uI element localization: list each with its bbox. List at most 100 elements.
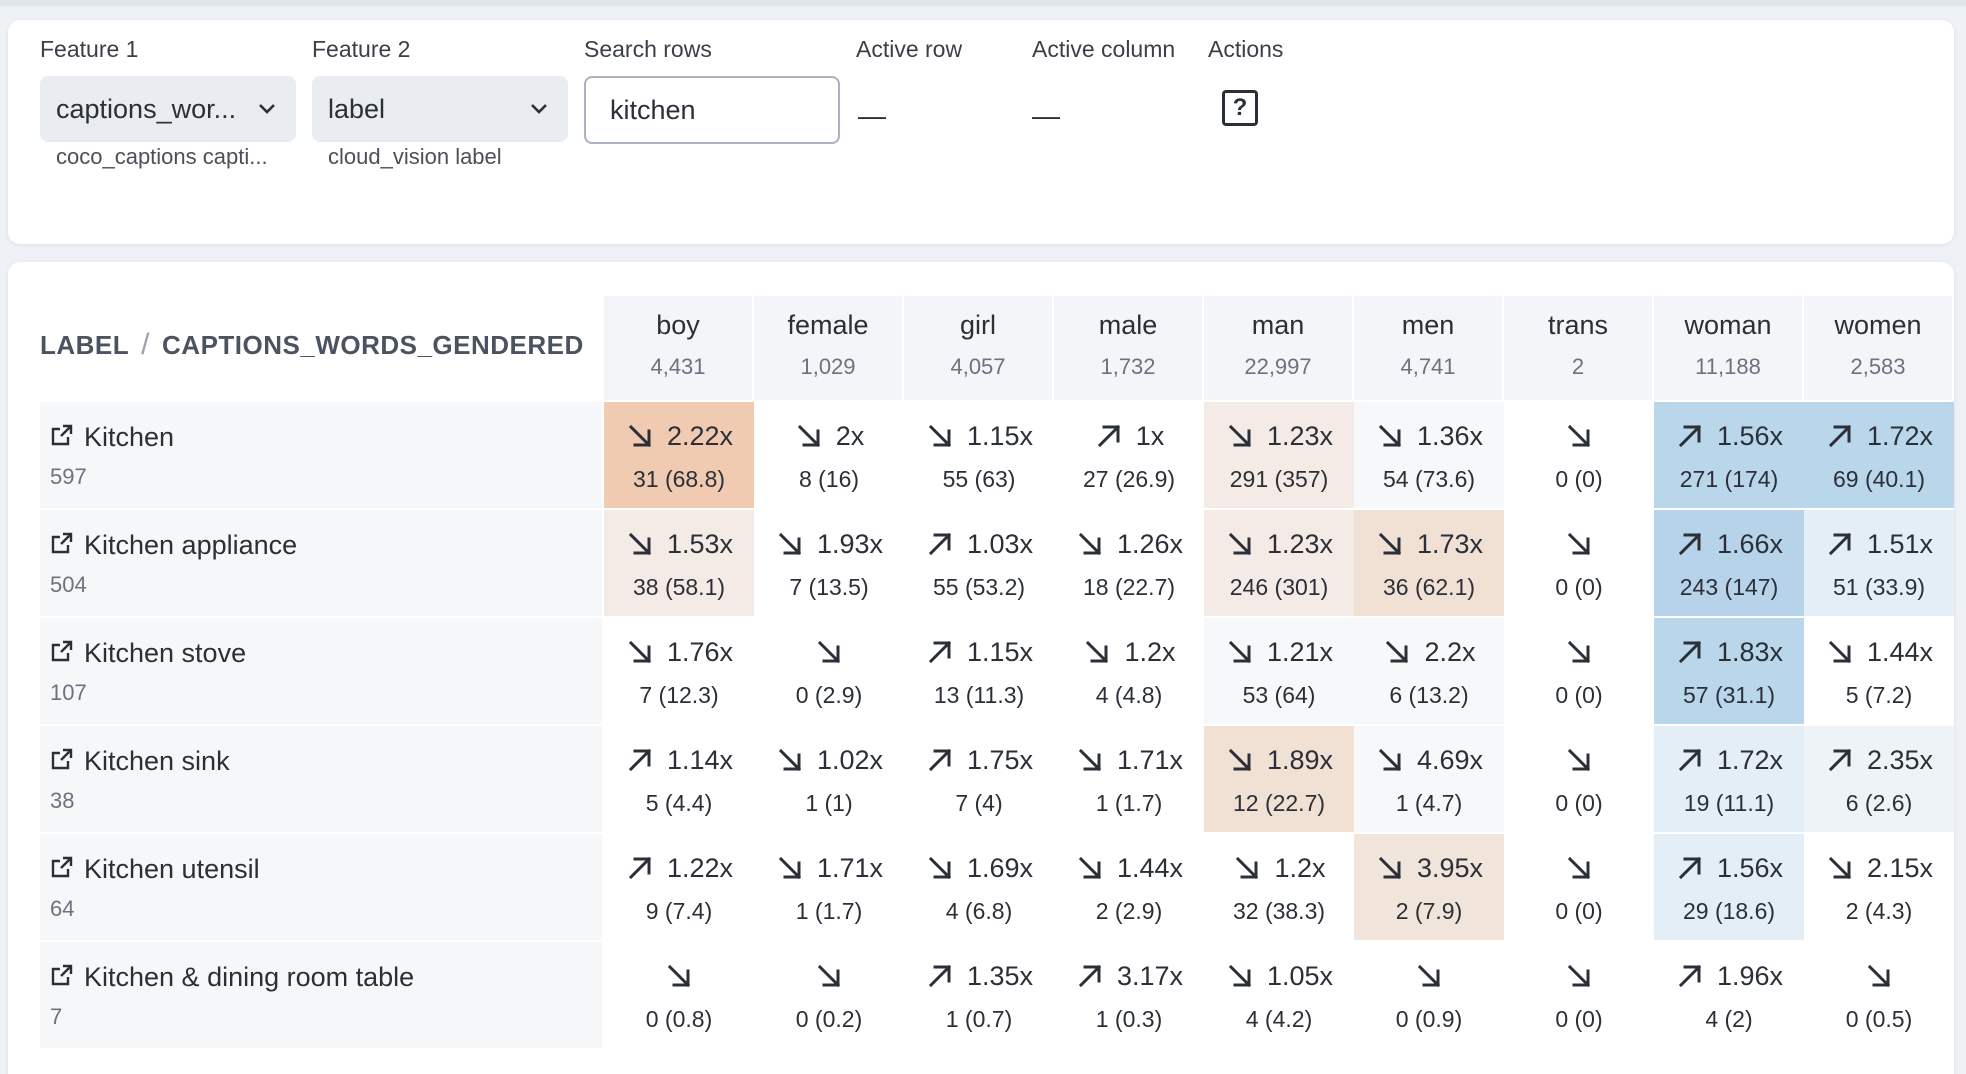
column-count: 4,741 [1400, 354, 1456, 379]
row-name: Kitchen sink [84, 746, 230, 776]
matrix-cell[interactable]: 1.71x 1 (1.7) [754, 834, 904, 940]
matrix-cell[interactable]: 1.51x 51 (33.9) [1804, 510, 1954, 616]
row-link[interactable]: Kitchen appliance [50, 530, 297, 561]
matrix-cell[interactable]: 2.15x 2 (4.3) [1804, 834, 1954, 940]
matrix-cell[interactable]: 1.21x 53 (64) [1204, 618, 1354, 724]
column-header-man[interactable]: man 22,997 [1204, 296, 1352, 400]
matrix-cell[interactable]: 1.02x 1 (1) [754, 726, 904, 832]
matrix-cell[interactable]: 1.73x 36 (62.1) [1354, 510, 1504, 616]
row-link[interactable]: Kitchen & dining room table [50, 962, 414, 993]
cell-ratio-line: 1.21x [1204, 634, 1354, 670]
feature2-subtitle: cloud_vision label [328, 144, 502, 169]
row-link[interactable]: Kitchen stove [50, 638, 246, 669]
matrix-cell[interactable]: 1.76x 7 (12.3) [604, 618, 754, 724]
column-header-girl[interactable]: girl 4,057 [904, 296, 1052, 400]
matrix-title-column-feature: CAPTIONS_WORDS_GENDERED [162, 329, 584, 360]
matrix-cell[interactable]: 2.2x 6 (13.2) [1354, 618, 1504, 724]
matrix-cell[interactable]: 0 (0) [1504, 726, 1654, 832]
matrix-cell[interactable]: 1.36x 54 (73.6) [1354, 402, 1504, 508]
matrix-cell[interactable]: 1.22x 9 (7.4) [604, 834, 754, 940]
feature1-select[interactable]: captions_wor... [40, 76, 296, 142]
matrix-cell[interactable]: 1.69x 4 (6.8) [904, 834, 1054, 940]
matrix-cell[interactable]: 1.72x 19 (11.1) [1654, 726, 1804, 832]
matrix-cell[interactable]: 0 (0.8) [604, 942, 754, 1048]
matrix-cell[interactable]: 0 (0) [1504, 402, 1654, 508]
matrix-cell[interactable]: 1.15x 13 (11.3) [904, 618, 1054, 724]
arrow-down-right-icon [664, 961, 694, 991]
matrix-cell[interactable]: 0 (2.9) [754, 618, 904, 724]
column-header-female[interactable]: female 1,029 [754, 296, 902, 400]
arrow-down-right-icon [1225, 961, 1255, 991]
row-link[interactable]: Kitchen sink [50, 746, 230, 777]
matrix-cell[interactable]: 0 (0) [1504, 510, 1654, 616]
search-input[interactable] [584, 76, 840, 144]
matrix-cell[interactable]: 0 (0.5) [1804, 942, 1954, 1048]
arrow-down-right-icon [1564, 745, 1594, 775]
column-header-trans[interactable]: trans 2 [1504, 296, 1652, 400]
matrix-cell[interactable]: 1.72x 69 (40.1) [1804, 402, 1954, 508]
feature2-select[interactable]: label [312, 76, 568, 142]
matrix-cell[interactable]: 1.03x 55 (53.2) [904, 510, 1054, 616]
cell-counts: 0 (0.9) [1395, 1006, 1463, 1032]
matrix-cell[interactable]: 2.22x 31 (68.8) [604, 402, 754, 508]
arrow-up-right-icon [1675, 529, 1705, 559]
matrix-cell[interactable]: 1.56x 271 (174) [1654, 402, 1804, 508]
active-row-value: — [858, 100, 886, 131]
matrix-cell[interactable]: 1.56x 29 (18.6) [1654, 834, 1804, 940]
matrix-cell[interactable]: 0 (0) [1504, 942, 1654, 1048]
column-header-men[interactable]: men 4,741 [1354, 296, 1502, 400]
matrix-cell[interactable]: 1.83x 57 (31.1) [1654, 618, 1804, 724]
row-header: Kitchen sink 38 [40, 726, 602, 832]
row-link[interactable]: Kitchen utensil [50, 854, 260, 885]
cell-counts: 1 (1) [805, 790, 853, 816]
matrix-cell[interactable]: 1.26x 18 (22.7) [1054, 510, 1204, 616]
external-link-icon[interactable] [50, 423, 84, 452]
help-icon[interactable]: ? [1222, 90, 1258, 126]
column-header-woman[interactable]: woman 11,188 [1654, 296, 1802, 400]
matrix-cell[interactable]: 1.44x 5 (7.2) [1804, 618, 1954, 724]
external-link-icon[interactable] [50, 855, 84, 884]
matrix-cell[interactable]: 1.96x 4 (2) [1654, 942, 1804, 1048]
matrix-cell[interactable]: 2.35x 6 (2.6) [1804, 726, 1954, 832]
matrix-cell[interactable]: 3.17x 1 (0.3) [1054, 942, 1204, 1048]
external-link-icon[interactable] [50, 747, 84, 776]
cell-counts: 5 (4.4) [645, 790, 713, 816]
matrix-cell[interactable]: 1.71x 1 (1.7) [1054, 726, 1204, 832]
arrow-up-right-icon [925, 529, 955, 559]
row-link[interactable]: Kitchen [50, 422, 174, 453]
matrix-cell[interactable]: 1.53x 38 (58.1) [604, 510, 754, 616]
matrix-cell[interactable]: 0 (0.9) [1354, 942, 1504, 1048]
matrix-cell[interactable]: 1.66x 243 (147) [1654, 510, 1804, 616]
matrix-cell[interactable]: 1.44x 2 (2.9) [1054, 834, 1204, 940]
external-link-icon[interactable] [50, 963, 84, 992]
column-header-male[interactable]: male 1,732 [1054, 296, 1202, 400]
matrix-cell[interactable]: 3.95x 2 (7.9) [1354, 834, 1504, 940]
matrix-cell[interactable]: 0 (0) [1504, 834, 1654, 940]
matrix-cell[interactable]: 0 (0) [1504, 618, 1654, 724]
matrix-cell[interactable]: 1.23x 291 (357) [1204, 402, 1354, 508]
matrix-cell[interactable]: 1.2x 32 (38.3) [1204, 834, 1354, 940]
matrix-cell[interactable]: 4.69x 1 (4.7) [1354, 726, 1504, 832]
cell-ratio: 1.69x [966, 852, 1034, 883]
cell-counts: 0 (2.9) [795, 682, 863, 708]
cell-ratio: 1.51x [1866, 528, 1934, 559]
cell-ratio: 1.75x [966, 744, 1034, 775]
matrix-cell[interactable]: 1.15x 55 (63) [904, 402, 1054, 508]
cell-counts: 55 (53.2) [932, 574, 1026, 600]
matrix-cell[interactable]: 2x 8 (16) [754, 402, 904, 508]
matrix-cell[interactable]: 1.23x 246 (301) [1204, 510, 1354, 616]
external-link-icon[interactable] [50, 531, 84, 560]
matrix-cell[interactable]: 1.89x 12 (22.7) [1204, 726, 1354, 832]
column-header-women[interactable]: women 2,583 [1804, 296, 1952, 400]
matrix-cell[interactable]: 1x 27 (26.9) [1054, 402, 1204, 508]
external-link-icon[interactable] [50, 639, 84, 668]
column-header-boy[interactable]: boy 4,431 [604, 296, 752, 400]
matrix-cell[interactable]: 1.2x 4 (4.8) [1054, 618, 1204, 724]
matrix-cell[interactable]: 1.75x 7 (4) [904, 726, 1054, 832]
matrix-cell[interactable]: 0 (0.2) [754, 942, 904, 1048]
matrix-cell[interactable]: 1.35x 1 (0.7) [904, 942, 1054, 1048]
matrix-cell[interactable]: 1.93x 7 (13.5) [754, 510, 904, 616]
matrix-cell[interactable]: 1.05x 4 (4.2) [1204, 942, 1354, 1048]
cell-ratio: 1.21x [1266, 636, 1334, 667]
matrix-cell[interactable]: 1.14x 5 (4.4) [604, 726, 754, 832]
